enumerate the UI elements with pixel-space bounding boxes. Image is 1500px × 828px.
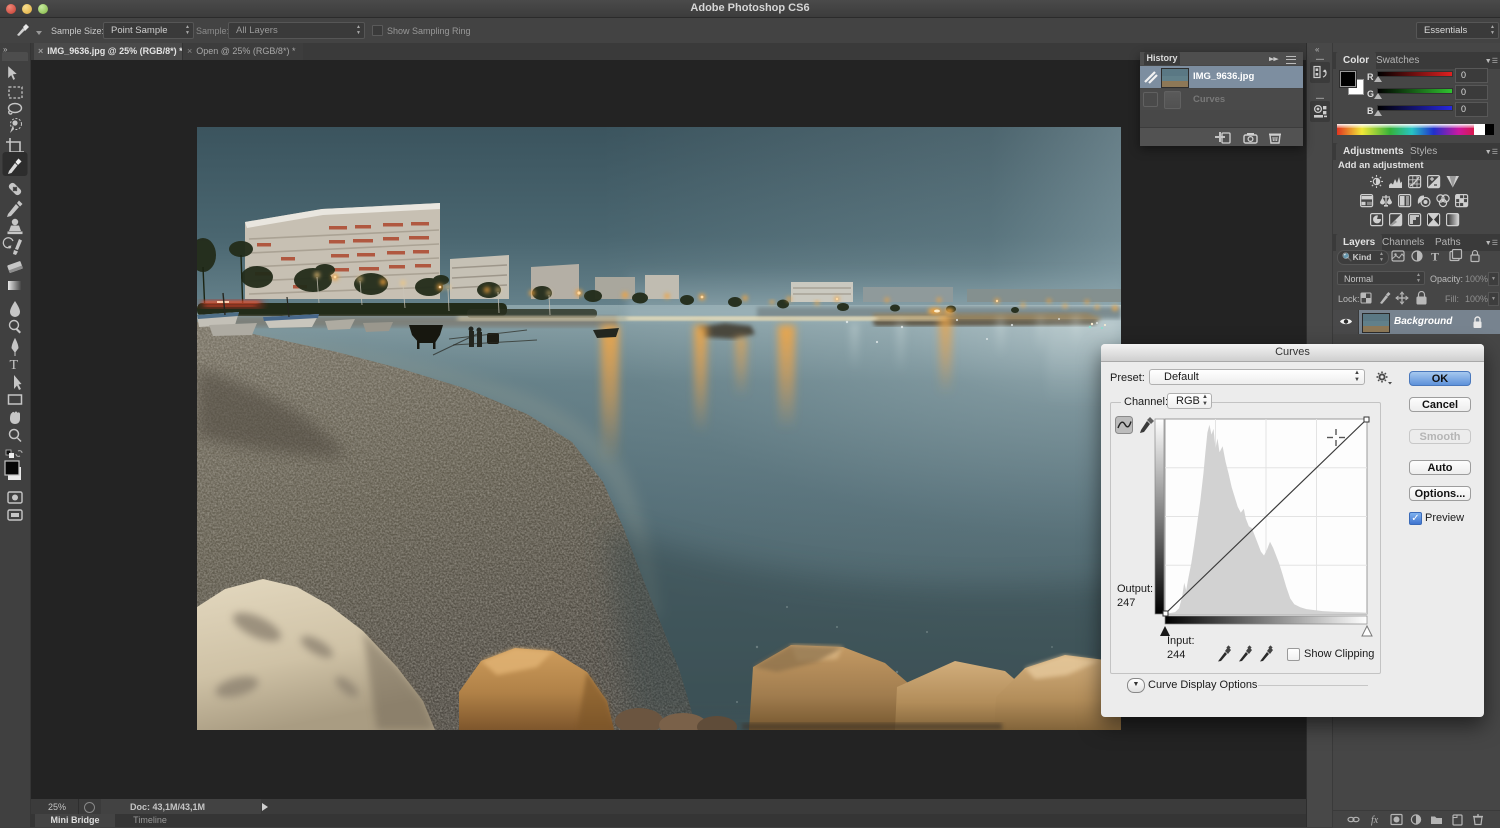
- svg-text:T: T: [10, 358, 19, 373]
- svg-text:T: T: [1431, 250, 1439, 264]
- svg-text:fx: fx: [1371, 815, 1379, 826]
